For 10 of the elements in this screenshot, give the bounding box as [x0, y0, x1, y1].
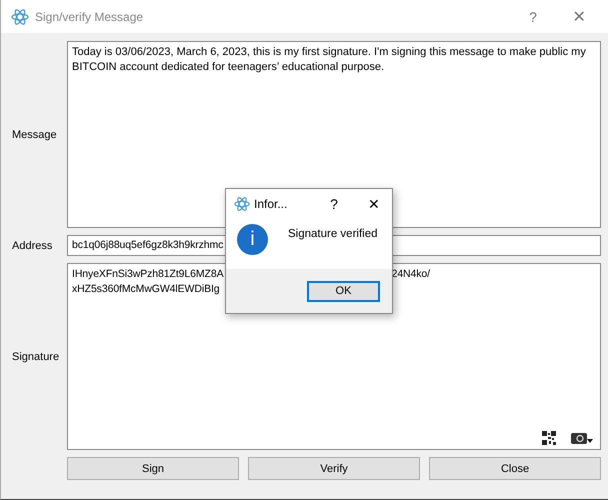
signature-text: xHZ5s360fMcMwGW4lEWDiBIg: [72, 282, 220, 297]
window-title: Sign/verify Message: [35, 10, 144, 24]
field-label: Address: [12, 240, 54, 252]
field-label: Message: [12, 128, 58, 140]
signature-text: 24N4ko/: [392, 267, 430, 282]
dialog-title: Infor...: [254, 196, 288, 210]
signature-text: IHnyeXFnSi3wPzh81Zt9L6MZ8A: [72, 267, 224, 282]
info-icon: i: [237, 224, 268, 255]
field-label: Signature: [12, 350, 60, 362]
dialog-message: Signature verified: [288, 227, 378, 240]
